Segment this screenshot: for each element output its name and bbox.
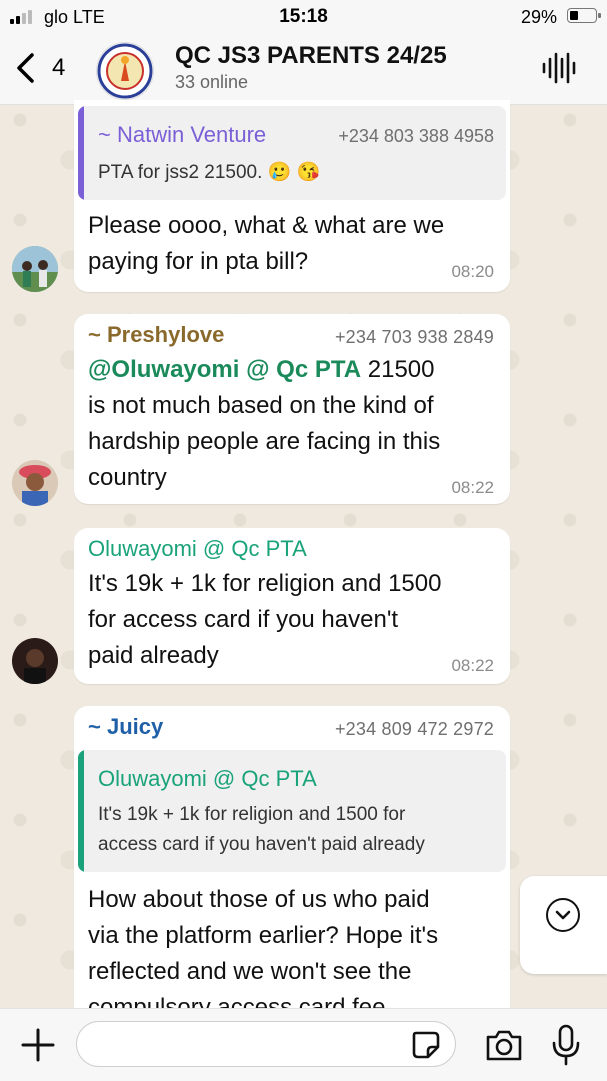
quote-sender: Oluwayomi @ Qc PTA [98, 766, 317, 791]
message-sender[interactable]: ~ Juicy [88, 714, 163, 740]
sender-avatar[interactable] [12, 460, 58, 506]
status-bar: glo LTE 15:18 29% [0, 0, 607, 34]
message-text: Please oooo, what & what are we paying f… [88, 212, 445, 275]
message-bubble[interactable]: ~ Preshylove +234 703 938 2849 @Oluwayom… [74, 314, 510, 504]
chevron-left-icon [17, 53, 34, 83]
group-title[interactable]: QC JS3 PARENTS 24/25 [175, 42, 447, 70]
message-text: @Oluwayomi @ Qc PTA 21500 is not much ba… [88, 356, 441, 491]
message-bubble[interactable]: ~ Natwin Venture +234 803 388 4958 PTA f… [74, 100, 510, 292]
audio-waveform-icon [542, 52, 576, 84]
message-bubble[interactable]: Oluwayomi @ Qc PTA It's 19k + 1k for rel… [74, 528, 510, 684]
sender-avatar[interactable] [12, 246, 58, 292]
online-count: 33 online [175, 72, 249, 92]
sender-phone: +234 703 938 2849 [334, 327, 494, 347]
voice-message-button[interactable] [550, 1023, 582, 1067]
message-text: How about those of us who paid via the p… [88, 886, 439, 1021]
group-avatar[interactable] [96, 42, 154, 100]
message-text: It's 19k + 1k for religion and 1500 for … [88, 570, 442, 669]
quote-accent-bar [78, 750, 84, 872]
message-time: 08:22 [451, 478, 494, 497]
message-time: 08:20 [451, 262, 494, 281]
camera-icon [486, 1030, 522, 1061]
quote-text: PTA for jss2 21500. 🥲 😘 [98, 162, 321, 183]
sticker-button[interactable] [410, 1029, 442, 1061]
message-sender[interactable]: ~ Preshylove [88, 322, 224, 348]
chat-header: 4 QC JS3 PARENTS 24/25 33 online [0, 34, 607, 105]
unread-count: 4 [52, 54, 66, 81]
quote-accent-bar [78, 106, 84, 200]
message-time: 08:22 [451, 656, 494, 675]
camera-button[interactable] [484, 1027, 524, 1063]
chevron-down-icon [546, 898, 580, 932]
quote-sender: ~ Natwin Venture [98, 122, 267, 147]
quote-text: It's 19k + 1k for religion and 1500 for … [98, 804, 425, 855]
clock: 15:18 [279, 6, 328, 27]
sender-avatar[interactable] [12, 638, 58, 684]
battery-icon [567, 8, 601, 23]
scroll-to-bottom-button[interactable] [520, 876, 607, 974]
voice-chat-button[interactable] [539, 50, 579, 86]
message-sender[interactable]: Oluwayomi @ Qc PTA [88, 536, 307, 562]
quoted-message[interactable]: Oluwayomi @ Qc PTA It's 19k + 1k for rel… [78, 750, 506, 872]
quote-phone: +234 803 388 4958 [338, 126, 494, 146]
plus-icon [21, 1028, 55, 1062]
sticker-icon [412, 1031, 440, 1059]
message-bubble[interactable]: ~ Juicy +234 809 472 2972 Oluwayomi @ Qc… [74, 706, 510, 1026]
sender-phone: +234 809 472 2972 [334, 719, 494, 739]
quoted-message[interactable]: ~ Natwin Venture +234 803 388 4958 PTA f… [78, 106, 506, 200]
message-input[interactable] [76, 1021, 456, 1067]
microphone-icon [552, 1024, 580, 1066]
back-button[interactable]: 4 [10, 48, 80, 88]
attach-button[interactable] [18, 1025, 58, 1065]
battery-percent: 29% [520, 7, 557, 27]
mention-link[interactable]: @Oluwayomi @ Qc PTA [88, 356, 361, 383]
message-composer [0, 1008, 607, 1081]
